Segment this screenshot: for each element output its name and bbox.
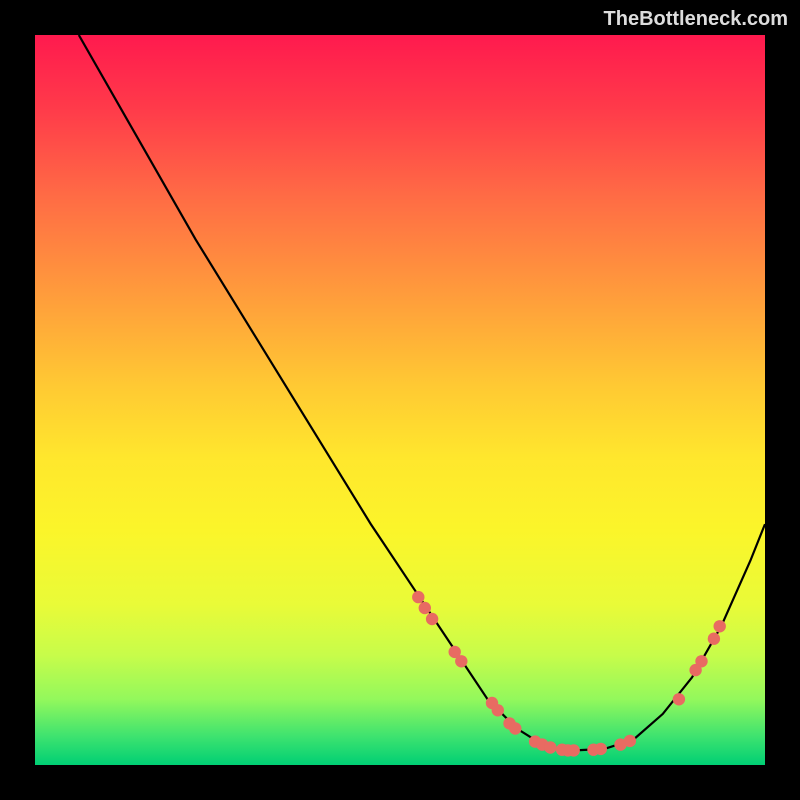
- marker-dot: [426, 613, 438, 625]
- marker-dot: [419, 602, 431, 614]
- plot-area: [35, 35, 765, 765]
- marker-dot: [708, 633, 720, 645]
- watermark: TheBottleneck.com: [604, 8, 788, 31]
- marker-dot: [412, 591, 424, 603]
- marker-dot: [673, 693, 685, 705]
- marker-dot: [492, 704, 504, 716]
- bottleneck-curve: [79, 35, 765, 750]
- marker-dot: [624, 735, 636, 747]
- marker-dot: [595, 743, 607, 755]
- marker-dot: [455, 655, 467, 667]
- marker-dot: [568, 744, 580, 756]
- marker-dot: [714, 620, 726, 632]
- marker-dot: [509, 722, 521, 734]
- marker-dot: [544, 741, 556, 753]
- chart-container: TheBottleneck.com: [0, 0, 800, 800]
- curve-markers: [412, 591, 726, 757]
- chart-svg: [35, 35, 765, 765]
- marker-dot: [695, 655, 707, 667]
